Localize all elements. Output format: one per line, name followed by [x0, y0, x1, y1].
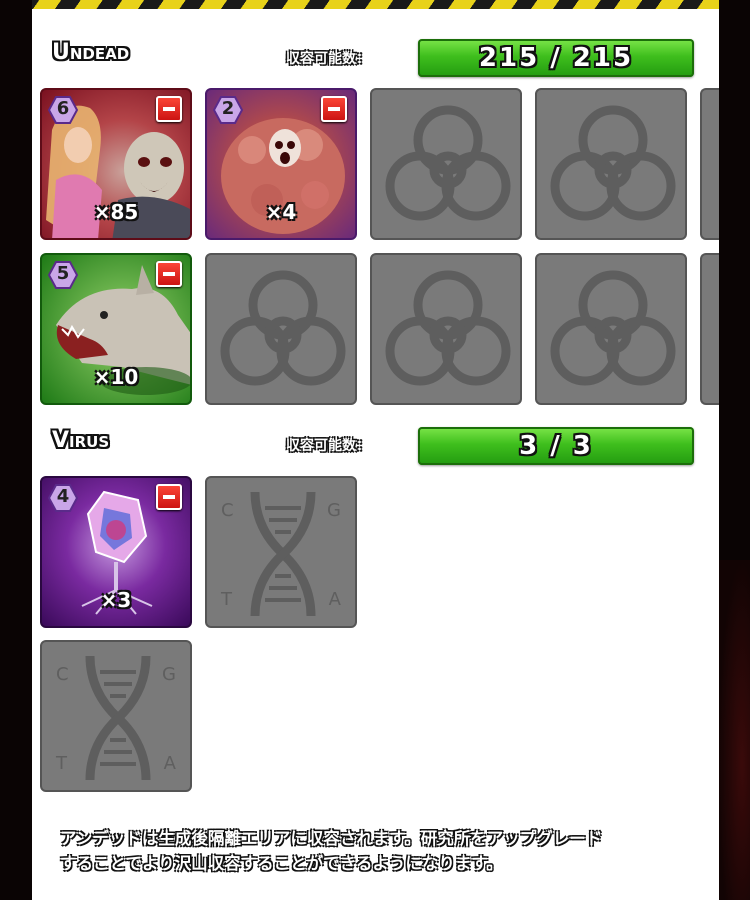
virus-section-title: Virus	[52, 428, 110, 453]
undead-card-zombie[interactable]: 6 ×85	[40, 88, 192, 240]
undead-section-title: Undead	[52, 40, 130, 65]
virus-capacity-value: 3 / 3	[519, 431, 593, 461]
biohazard-icon	[220, 270, 346, 386]
empty-undead-slot[interactable]	[370, 253, 522, 405]
biohazard-icon	[550, 105, 676, 221]
virus-card-crystal[interactable]: 4 ×3	[40, 476, 192, 628]
dna-letter-g: G	[327, 500, 341, 521]
card-count: ×85	[93, 200, 139, 224]
hazard-stripe	[32, 0, 719, 9]
virus-capacity-label: 収容可能数：	[286, 438, 370, 454]
biohazard-icon	[385, 270, 511, 386]
info-note-line-1: アンデッドは生成後隔離エリアに収容されます。研究所をアップグレード	[60, 829, 603, 848]
card-count: ×10	[93, 365, 139, 389]
dna-letter-t: T	[56, 753, 67, 774]
undead-capacity-bar: 215 / 215	[418, 39, 694, 77]
card-count: ×4	[265, 200, 297, 224]
undead-capacity-label: 収容可能数：	[286, 51, 370, 67]
empty-undead-slot[interactable]	[205, 253, 357, 405]
card-level: 5	[56, 263, 70, 284]
undead-capacity-value: 215 / 215	[478, 43, 634, 73]
info-note: アンデッドは生成後隔離エリアに収容されます。研究所をアップグレード することでよ…	[60, 826, 700, 876]
virus-capacity-bar: 3 / 3	[418, 427, 694, 465]
card-level: 4	[56, 486, 70, 507]
empty-undead-slot-partial[interactable]	[700, 88, 719, 240]
empty-undead-slot-partial[interactable]	[700, 253, 719, 405]
minus-icon[interactable]	[156, 96, 182, 122]
undead-card-flesh-blob[interactable]: 2 ×4	[205, 88, 357, 240]
minus-icon[interactable]	[156, 261, 182, 287]
info-note-line-2: することでより沢山収容することができるようになります。	[60, 854, 503, 873]
biohazard-icon	[550, 270, 676, 386]
dna-letter-c: C	[221, 500, 234, 521]
card-count: ×3	[100, 588, 132, 612]
minus-icon[interactable]	[156, 484, 182, 510]
dna-letter-a: A	[163, 753, 176, 774]
undead-card-zombie-dog[interactable]: 5 ×10	[40, 253, 192, 405]
empty-undead-slot[interactable]	[370, 88, 522, 240]
background-glow	[718, 560, 750, 900]
empty-undead-slot[interactable]	[535, 88, 687, 240]
minus-icon[interactable]	[321, 96, 347, 122]
dna-letter-a: A	[328, 589, 341, 610]
empty-virus-slot[interactable]: C G T A	[40, 640, 192, 792]
dna-letter-t: T	[221, 589, 232, 610]
card-level: 6	[56, 98, 70, 119]
dna-letter-c: C	[56, 664, 69, 685]
empty-virus-slot[interactable]: C G T A	[205, 476, 357, 628]
empty-undead-slot[interactable]	[535, 253, 687, 405]
biohazard-icon	[385, 105, 511, 221]
dna-letter-g: G	[162, 664, 176, 685]
card-level: 2	[221, 98, 235, 119]
